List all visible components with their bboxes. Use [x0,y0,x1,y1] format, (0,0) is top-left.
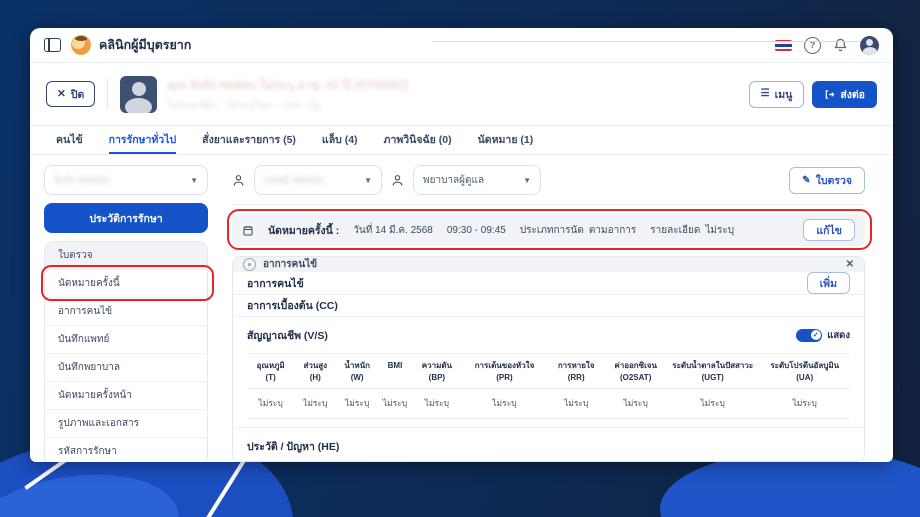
patient-name: คุณ จังจัง ทดสอบ ไม่ระบุ อายุ: 41 ปี (67… [167,77,409,92]
treatment-sidebar: จังจัง ทดสอบ ▼ ประวัติการรักษา ใบตรวจ นั… [41,155,214,462]
appointment-date: วันที่ 14 มี.ค. 2568 [353,224,433,236]
close-section-icon[interactable]: ✕ [846,259,854,270]
tab-general-treatment[interactable]: การรักษาทั่วไป [108,126,177,154]
close-icon: ✕ [57,88,66,100]
sidebar-item-next-appointment[interactable]: นัดหมายครั้งหน้า [45,382,207,410]
add-symptom-button[interactable]: เพิ่ม [806,272,850,294]
show-toggle-label: แสดง [827,329,850,341]
history-button[interactable]: ประวัติการรักษา [44,203,208,233]
menu-button[interactable]: ☰ เมนู [748,80,805,108]
sidebar-item-exam-sheet[interactable]: ใบตรวจ [45,242,207,270]
tab-patient[interactable]: คนไข้ [56,126,83,154]
notification-bell-icon[interactable] [833,37,848,53]
symptoms-card-header: อาการคนไข้ ✕ [233,257,864,272]
patient-symptoms-card: อาการคนไข้ ✕ อาการคนไข้ เพิ่ม อาการเบื้อ… [232,256,865,462]
appointment-detail: รายละเอียด ไม่ระบุ [650,224,735,236]
check-icon: ✓ [810,330,821,341]
appointment-type: ประเภทการนัด ตามอาการ [519,224,637,236]
toolbar: แพทย์ ทดสอบ ▼ พยาบาลผู้ดูแล ▼ ✎ ใบตรวจ [232,165,865,205]
patient-select[interactable]: จังจัง ทดสอบ ▼ [44,165,208,195]
screen: คลินิกผู้มีบุตรยาก ? ✕ ปิด คุณ จังจัง ทดส… [0,0,920,517]
chief-complaint-label: อาการเบื้องต้น (CC) [247,299,338,312]
vital-signs-table: อุณหภูมิ (T) ส่วนสูง (H) น้ำหนัก (W) BMI คว… [247,352,850,419]
appointment-title: นัดหมายครั้งนี้ : [268,224,340,237]
divider [107,79,109,109]
vital-signs-label: สัญญาณชีพ (V/S) [247,329,328,342]
exam-sheet-button[interactable]: ✎ ใบตรวจ [789,166,865,194]
chevron-down-icon: ▼ [523,175,531,185]
sidebar-item-patient-symptoms[interactable]: อาการคนไข้ [45,298,207,326]
patient-avatar [120,75,158,113]
clinic-avatar [71,35,91,55]
tab-lab[interactable]: แล็บ (4) [322,126,358,154]
vs-header-row: อุณหภูมิ (T) ส่วนสูง (H) น้ำหนัก (W) BMI คว… [247,354,850,389]
pencil-icon: ✎ [802,174,811,186]
user-avatar[interactable] [860,35,879,55]
sidebar-item-doctor-note[interactable]: บันทึกแพทย์ [45,326,207,354]
sidebar-toggle-icon[interactable] [44,38,61,52]
send-forward-icon [824,89,835,100]
vital-signs-section: สัญญาณชีพ (V/S) ✓ แสดง อุณหภูมิ (T) ส่วนส… [233,317,864,428]
drag-handle-icon[interactable] [243,258,256,271]
tab-orders[interactable]: สั่งยาและรายการ (5) [202,126,296,154]
page-title: คลินิกผู้มีบุตรยาก [99,38,192,52]
vs-values-row: ไม่ระบุ ไม่ระบุ ไม่ระบุ ไม่ระบุ ไม่ระบุ … [247,389,850,419]
titlebar-divider [432,41,873,42]
app-window: คลินิกผู้มีบุตรยาก ? ✕ ปิด คุณ จังจัง ทดส… [30,28,893,462]
chevron-down-icon: ▼ [364,175,372,185]
doctor-icon [232,174,245,187]
patient-info: คุณ จังจัง ทดสอบ ไม่ระบุ อายุ: 41 ปี (67… [167,76,408,113]
sidebar-item-treatment-code[interactable]: รหัสการรักษา [45,438,207,462]
edit-appointment-button[interactable]: แก้ไข [803,219,855,241]
tab-imaging[interactable]: ภาพวินิจฉัย (0) [384,126,452,154]
tab-appointments[interactable]: นัดหมาย (1) [478,126,534,154]
tab-bar: คนไข้ การรักษาทั่วไป สั่งยาและรายการ (5)… [30,126,893,155]
main-panel: แพทย์ ทดสอบ ▼ พยาบาลผู้ดูแล ▼ ✎ ใบตรวจ น… [227,155,872,462]
help-icon[interactable]: ? [804,36,821,54]
appointment-bar: นัดหมายครั้งนี้ : วันที่ 14 มี.ค. 2568 0… [232,214,865,246]
history-problem-label: ประวัติ / ปัญหา (HE) [247,440,340,453]
chevron-down-icon: ▼ [190,175,198,185]
sidebar-item-nurse-note[interactable]: บันทึกพยาบาล [45,354,207,382]
calendar-icon [242,224,254,237]
titlebar: คลินิกผู้มีบุตรยาก ? [30,28,893,63]
section-list: ใบตรวจ นัดหมายครั้งนี้ อาการคนไข้ บันทึก… [41,241,214,462]
symptoms-section-title: อาการคนไข้ [247,277,304,290]
hamburger-icon: ☰ [760,88,770,99]
doctor-select[interactable]: แพทย์ ทดสอบ ▼ [254,165,382,195]
nurse-icon [391,174,404,187]
nurse-select[interactable]: พยาบาลผู้ดูแล ▼ [413,165,541,195]
appointment-time: 09:30 - 09:45 [446,224,506,236]
forward-button[interactable]: ส่งต่อ [812,80,877,108]
sidebar-item-this-appointment[interactable]: นัดหมายครั้งนี้ [45,270,207,298]
show-toggle[interactable]: ✓ [796,328,823,342]
close-visit-button[interactable]: ✕ ปิด [46,81,96,107]
sidebar-item-images-documents[interactable]: รูปภาพและเอกสาร [45,410,207,438]
patient-bar: ✕ ปิด คุณ จังจัง ทดสอบ ไม่ระบุ อายุ: 41 ป… [30,63,893,126]
patient-details: ไม่ระบุแพ้ยา · ไม่ระบุโรค · - Cm/- Kg [167,99,320,111]
